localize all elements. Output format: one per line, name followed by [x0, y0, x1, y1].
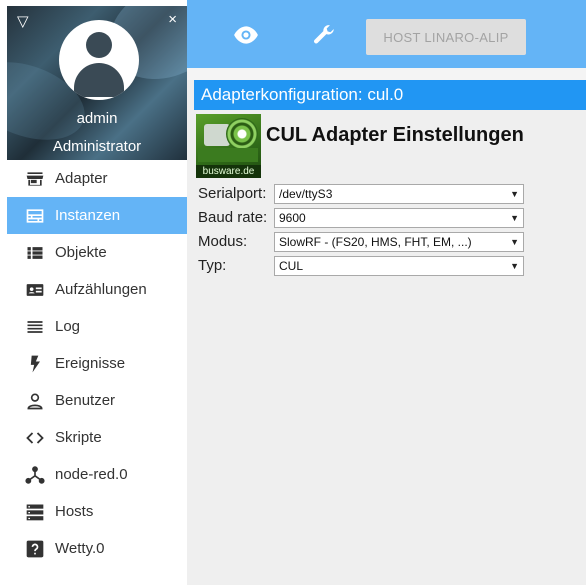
avatar — [59, 20, 139, 100]
code-icon — [23, 426, 47, 450]
eye-icon[interactable] — [233, 22, 259, 48]
typ-label: Typ: — [198, 257, 227, 274]
wrench-icon[interactable] — [311, 22, 337, 48]
network-icon — [23, 463, 47, 487]
sidebar-item-label: Wetty.0 — [55, 540, 105, 557]
sidebar-item-skripte[interactable]: Skripte — [7, 419, 187, 456]
menu-toggle-icon[interactable]: ▽ — [17, 14, 29, 30]
sidebar-item-label: Adapter — [55, 170, 108, 187]
sidebar-item-label: Aufzählungen — [55, 281, 147, 298]
settings-title: CUL Adapter Einstellungen — [266, 124, 524, 146]
dropdown-arrow-icon: ▼ — [510, 189, 519, 199]
logo-brand-text: busware.de — [196, 165, 261, 178]
form-row-modus: Modus: SlowRF - (FS20, HMS, FHT, EM, ...… — [198, 232, 528, 252]
typ-value: CUL — [279, 259, 304, 273]
server-icon — [23, 500, 47, 524]
store-icon — [23, 167, 47, 191]
sidebar-item-label: Hosts — [55, 503, 94, 520]
person-icon — [23, 389, 47, 413]
sidebar-item-label: Objekte — [55, 244, 107, 261]
baudrate-select[interactable]: 9600 ▼ — [274, 208, 524, 228]
sidebar-item-wetty[interactable]: Wetty.0 — [7, 530, 187, 567]
modus-label: Modus: — [198, 233, 248, 250]
avatar-head — [86, 32, 112, 58]
typ-select[interactable]: CUL ▼ — [274, 256, 524, 276]
sidebar-item-hosts[interactable]: Hosts — [7, 493, 187, 530]
contact-card-icon — [23, 278, 47, 302]
dropdown-arrow-icon: ▼ — [510, 237, 519, 247]
serialport-label: Serialport: — [198, 185, 267, 202]
user-role: Administrator — [52, 138, 142, 155]
baudrate-value: 9600 — [279, 211, 306, 225]
list-icon — [23, 241, 47, 265]
panel-strip — [187, 68, 586, 80]
help-box-icon — [23, 537, 47, 561]
modus-value: SlowRF - (FS20, HMS, FHT, EM, ...) — [279, 235, 472, 249]
serialport-select[interactable]: /dev/ttyS3 ▼ — [274, 184, 524, 204]
subtitles-icon — [23, 204, 47, 228]
user-name: admin — [76, 110, 118, 127]
sidebar-item-adapter[interactable]: Adapter — [7, 160, 187, 197]
sidebar-item-label: node-red.0 — [55, 466, 128, 483]
sidebar: ▽ × admin Administrator Adapter Instanze… — [7, 0, 187, 585]
config-header: Adapterkonfiguration: cul.0 — [194, 80, 586, 110]
sidebar-item-benutzer[interactable]: Benutzer — [7, 382, 187, 419]
lines-icon — [23, 315, 47, 339]
sidebar-item-ereignisse[interactable]: Ereignisse — [7, 345, 187, 382]
sidebar-item-node-red[interactable]: node-red.0 — [7, 456, 187, 493]
logo-disc — [226, 118, 258, 150]
serialport-value: /dev/ttyS3 — [279, 187, 333, 201]
main-panel: Adapterkonfiguration: cul.0 busware.de C… — [187, 68, 586, 585]
dropdown-arrow-icon: ▼ — [510, 213, 519, 223]
sidebar-item-label: Skripte — [55, 429, 102, 446]
logo-pcb — [198, 148, 258, 162]
sidebar-item-label: Benutzer — [55, 392, 116, 409]
baudrate-label: Baud rate: — [198, 209, 268, 226]
busware-logo: busware.de — [196, 114, 261, 178]
sidebar-nav: Adapter Instanzen Objekte Aufzählungen L… — [7, 160, 187, 567]
form-row-typ: Typ: CUL ▼ — [198, 256, 528, 276]
sidebar-item-label: Instanzen — [55, 207, 121, 224]
form-row-serialport: Serialport: /dev/ttyS3 ▼ — [198, 184, 528, 204]
profile-banner: ▽ × admin Administrator — [7, 6, 187, 160]
sidebar-item-label: Log — [55, 318, 81, 335]
lightning-icon — [23, 352, 47, 376]
top-toolbar: HOST LINARO-ALIP — [187, 0, 586, 68]
sidebar-item-log[interactable]: Log — [7, 308, 187, 345]
host-button[interactable]: HOST LINARO-ALIP — [366, 19, 526, 55]
sidebar-item-label: Ereignisse — [55, 355, 126, 372]
sidebar-item-objekte[interactable]: Objekte — [7, 234, 187, 271]
sidebar-item-instanzen[interactable]: Instanzen — [7, 197, 187, 234]
modus-select[interactable]: SlowRF - (FS20, HMS, FHT, EM, ...) ▼ — [274, 232, 524, 252]
sidebar-item-aufzaehlungen[interactable]: Aufzählungen — [7, 271, 187, 308]
avatar-body — [74, 63, 124, 97]
dropdown-arrow-icon: ▼ — [510, 261, 519, 271]
close-icon[interactable]: × — [168, 12, 177, 28]
form-row-baudrate: Baud rate: 9600 ▼ — [198, 208, 528, 228]
